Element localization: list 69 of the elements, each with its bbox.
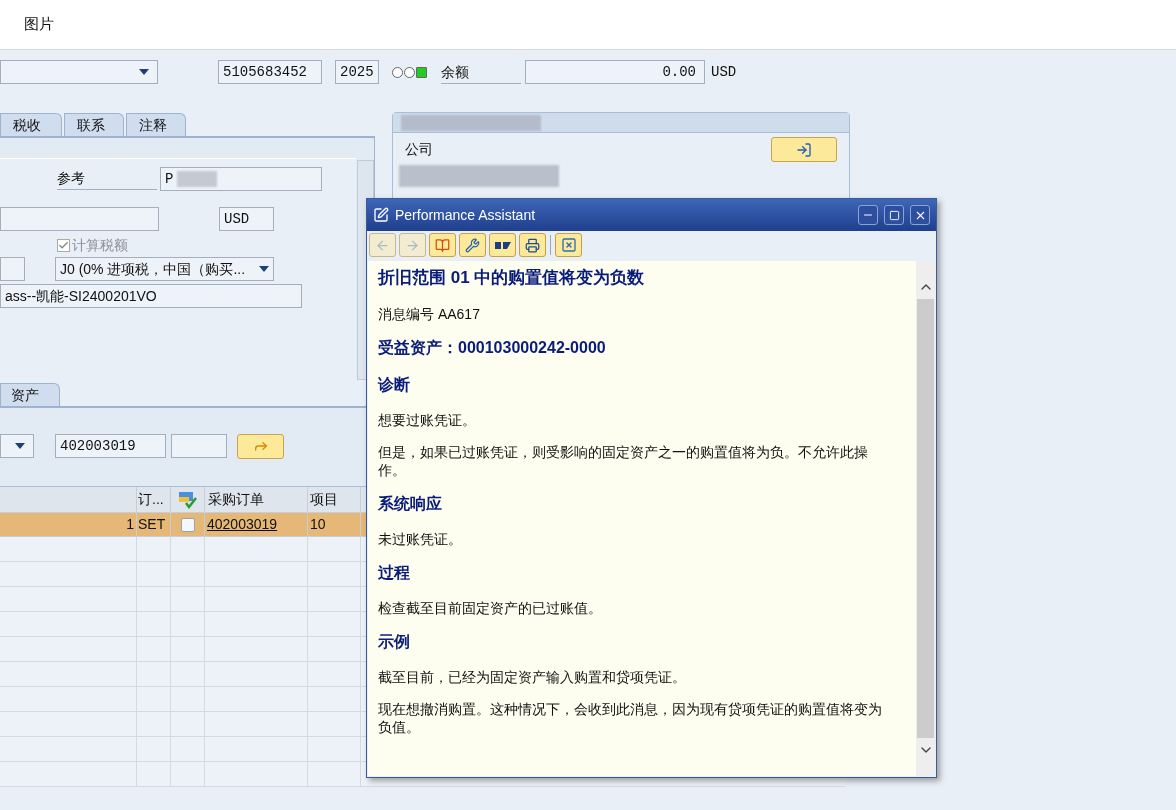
text-field[interactable]: ass--凯能-SI2400201VO <box>0 284 302 308</box>
back-button[interactable] <box>369 233 396 257</box>
section-heading: 系统响应 <box>378 494 443 514</box>
toolbar-button[interactable] <box>459 233 486 257</box>
book-icon <box>435 237 450 253</box>
window-icon <box>373 207 389 223</box>
currency-field[interactable]: USD <box>219 207 274 231</box>
tab[interactable]: 注释 <box>126 113 186 136</box>
paragraph: 消息编号 AA617 <box>378 305 481 323</box>
document-number-field[interactable]: 5105683452 <box>218 60 322 84</box>
toolbar-button[interactable] <box>429 233 456 257</box>
table-cell-text: 1 <box>126 515 134 534</box>
section-heading: 受益资产：000103000242-0000 <box>378 338 607 358</box>
wrench-icon <box>465 237 480 253</box>
balance-field[interactable]: 0.00 <box>525 60 705 84</box>
arrow-right-icon <box>405 237 420 253</box>
paragraph: 截至目前，已经为固定资产输入购置和贷项凭证。 <box>378 668 687 686</box>
column-header[interactable]: 项目 <box>310 489 338 510</box>
close-button[interactable] <box>910 205 930 225</box>
dialog-title: Performance Assistant <box>395 205 537 225</box>
forward-button[interactable] <box>399 233 426 257</box>
table-cell-text: 10 <box>310 515 326 534</box>
section-heading: 过程 <box>378 563 411 583</box>
section-heading: 诊断 <box>378 375 411 395</box>
message-title: 折旧范围 01 中的购置值将变为负数 <box>378 267 646 289</box>
text-field[interactable] <box>0 207 159 231</box>
paragraph: 想要过账凭证。 <box>378 411 477 429</box>
tab[interactable]: 税收 <box>0 113 62 136</box>
section-heading: 示例 <box>378 632 411 652</box>
paragraph: 但是，如果已过账凭证，则受影响的固定资产之一的购置值将为负。不允许此操作。 <box>378 443 869 479</box>
tax-code-dropdown[interactable]: J0 (0% 进项税，中国（购买... <box>55 257 274 281</box>
tab[interactable]: 联系 <box>64 113 124 136</box>
reference-label: 参考 <box>57 168 157 190</box>
po-number-field[interactable]: 402003019 <box>55 434 166 458</box>
dropdown[interactable] <box>0 434 34 458</box>
paragraph: 未过账凭证。 <box>378 530 463 548</box>
checkbox-label: 计算税额 <box>72 235 128 255</box>
reference-field[interactable]: P <box>160 167 322 191</box>
panel-icon <box>494 240 511 250</box>
printer-icon <box>525 237 540 253</box>
close-icon <box>560 237 577 253</box>
login-icon <box>796 141 812 158</box>
toolbar-button[interactable] <box>489 233 516 257</box>
minimize-button[interactable] <box>858 205 878 225</box>
fiscal-year-field[interactable]: 2025 <box>335 60 379 84</box>
po-link[interactable]: 402003019 <box>207 514 278 535</box>
column-header[interactable]: 订... <box>138 489 164 510</box>
dropdown-caret-icon <box>139 69 149 75</box>
checkbox[interactable] <box>180 517 195 532</box>
checklist-icon <box>177 490 198 509</box>
window-title: 图片 <box>24 14 54 35</box>
balance-label: 余额 <box>441 60 521 84</box>
tab[interactable]: 资产 <box>0 383 60 406</box>
paragraph: 现在想撤消购置。这种情况下，会收到此消息，因为现有贷项凭证的购置值将变为负值。 <box>378 700 883 736</box>
dropdown-caret-icon <box>259 266 269 272</box>
column-header[interactable]: 采购订单 <box>208 489 264 510</box>
print-button[interactable] <box>519 233 546 257</box>
maximize-icon <box>888 209 900 221</box>
input-field[interactable] <box>171 434 227 458</box>
transfer-button[interactable] <box>237 433 284 459</box>
currency-label: USD <box>711 62 737 82</box>
maximize-button[interactable] <box>884 205 904 225</box>
dropdown-caret-icon <box>15 443 25 449</box>
scrollbar[interactable] <box>916 261 935 776</box>
blurred-text <box>177 171 218 187</box>
paragraph: 检查截至目前固定资产的已过账值。 <box>378 599 603 617</box>
input-field[interactable] <box>0 257 25 281</box>
company-label: 公司 <box>405 140 433 159</box>
table-cell-text: SET <box>138 515 166 534</box>
